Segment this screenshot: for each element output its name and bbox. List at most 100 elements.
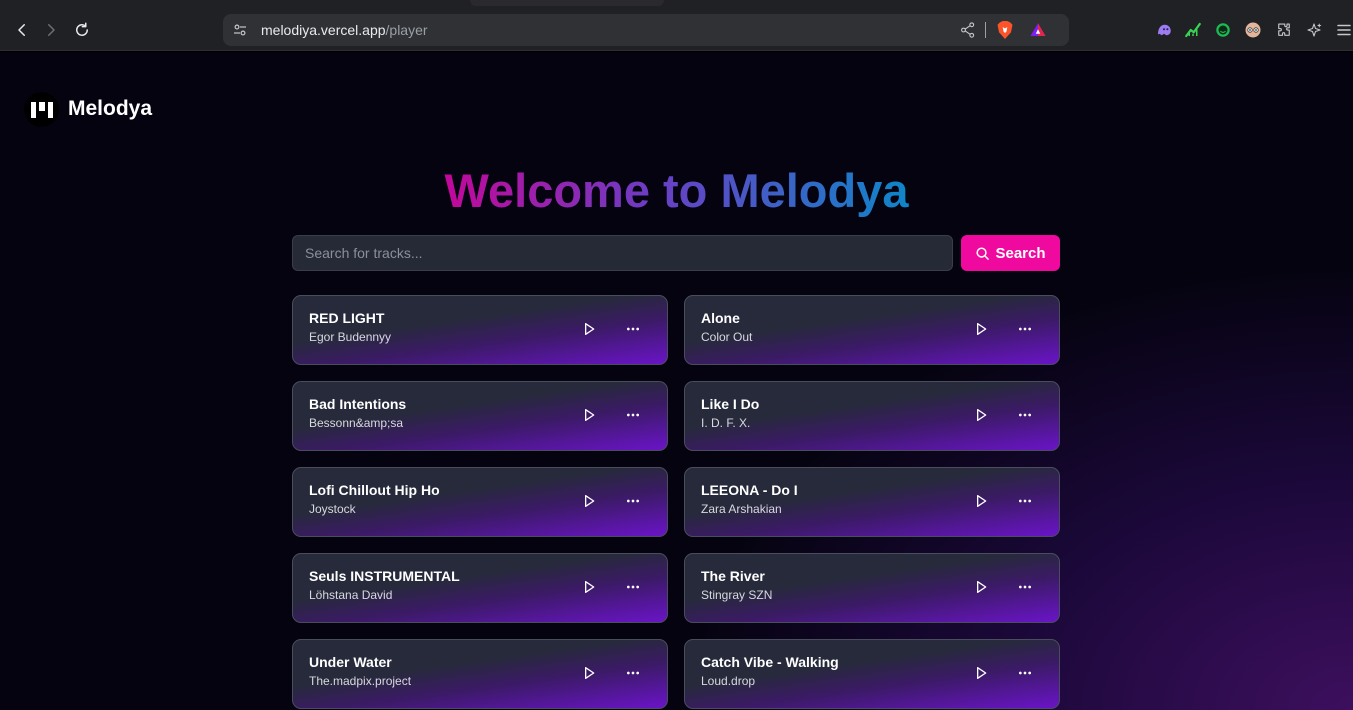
play-button[interactable] (970, 318, 992, 340)
play-button[interactable] (578, 318, 600, 340)
player-page: Melodya Welcome to Melodya Search RED LI… (0, 52, 1353, 710)
track-title: Like I Do (701, 396, 760, 412)
play-icon (585, 667, 595, 679)
more-dots-icon (1019, 671, 1031, 675)
track-title: Catch Vibe - Walking (701, 654, 839, 670)
glasses-extension-icon[interactable] (1243, 20, 1263, 40)
track-card[interactable]: Bad Intentions Bessonn&amp;sa (292, 381, 668, 451)
back-button[interactable] (8, 16, 36, 44)
play-icon (977, 409, 987, 421)
track-title: Alone (701, 310, 740, 326)
more-options-button[interactable] (1014, 662, 1036, 684)
ghost-extension-icon[interactable] (1154, 20, 1174, 40)
leo-ai-sparkle-icon[interactable] (1304, 20, 1324, 40)
url-host: melodiya.vercel.app (261, 22, 386, 38)
address-bar[interactable]: melodiya.vercel.app/player (223, 14, 1069, 46)
site-settings-icon[interactable] (231, 21, 249, 39)
brand-name[interactable]: Melodya (68, 97, 152, 121)
tab-strip (470, 0, 664, 6)
play-button[interactable] (578, 662, 600, 684)
url-divider (985, 22, 986, 38)
track-card[interactable]: LEEONA - Do I Zara Arshakian (684, 467, 1060, 537)
forward-arrow-icon (48, 24, 55, 36)
play-button[interactable] (578, 490, 600, 512)
more-dots-icon (1019, 327, 1031, 331)
more-dots-icon (627, 327, 639, 331)
track-card[interactable]: Alone Color Out (684, 295, 1060, 365)
track-artist: The.madpix.project (309, 674, 412, 688)
reload-button[interactable] (68, 16, 96, 44)
play-button[interactable] (578, 404, 600, 426)
track-artist: Zara Arshakian (701, 502, 782, 516)
menu-hamburger-icon[interactable] (1334, 20, 1353, 40)
track-title: Lofi Chillout Hip Ho (309, 482, 440, 498)
share-icon[interactable] (959, 21, 977, 39)
smiley-extension-icon[interactable] (1213, 20, 1233, 40)
track-list: RED LIGHT Egor Budennyy Alone Color Out Bad … (292, 295, 1060, 709)
track-title: Under Water (309, 654, 392, 670)
search-icon (976, 246, 990, 260)
chart-extension-icon[interactable] (1183, 20, 1203, 40)
brave-shields-icon[interactable] (996, 20, 1014, 40)
browser-toolbar: melodiya.vercel.app/player (0, 0, 1353, 51)
play-button[interactable] (578, 576, 600, 598)
more-dots-icon (1019, 585, 1031, 589)
search-button-label: Search (995, 244, 1046, 262)
track-card[interactable]: Under Water The.madpix.project (292, 639, 668, 709)
url-path: /player (385, 22, 428, 38)
track-artist: I. D. F. X. (701, 416, 751, 430)
search-button[interactable]: Search (961, 235, 1060, 271)
more-dots-icon (1019, 413, 1031, 417)
more-options-button[interactable] (622, 490, 644, 512)
brave-rewards-icon[interactable] (1029, 21, 1047, 39)
play-button[interactable] (970, 576, 992, 598)
play-button[interactable] (970, 662, 992, 684)
track-title: Bad Intentions (309, 396, 407, 412)
more-options-button[interactable] (622, 318, 644, 340)
track-card[interactable]: Like I Do I. D. F. X. (684, 381, 1060, 451)
track-card[interactable]: RED LIGHT Egor Budennyy (292, 295, 668, 365)
url-text: melodiya.vercel.app/player (261, 22, 428, 38)
play-icon (977, 323, 987, 335)
more-dots-icon (1019, 499, 1031, 503)
play-icon (977, 667, 987, 679)
play-icon (977, 495, 987, 507)
melodya-logo-icon[interactable] (24, 92, 59, 127)
reload-icon (76, 22, 88, 36)
play-icon (585, 495, 595, 507)
more-options-button[interactable] (1014, 490, 1036, 512)
more-dots-icon (627, 585, 639, 589)
track-title: The River (701, 568, 765, 584)
play-button[interactable] (970, 404, 992, 426)
more-options-button[interactable] (1014, 576, 1036, 598)
play-icon (977, 581, 987, 593)
more-options-button[interactable] (1014, 404, 1036, 426)
track-card[interactable]: Seuls INSTRUMENTAL Löhstana David (292, 553, 668, 623)
more-dots-icon (627, 671, 639, 675)
track-artist: Egor Budennyy (309, 330, 392, 344)
extensions-puzzle-icon[interactable] (1274, 20, 1294, 40)
track-artist: Loud.drop (701, 674, 756, 688)
track-title: Seuls INSTRUMENTAL (309, 568, 460, 584)
page-title: Welcome to Melodya (0, 164, 1353, 218)
more-options-button[interactable] (622, 662, 644, 684)
forward-button[interactable] (37, 16, 65, 44)
track-title: RED LIGHT (309, 310, 385, 326)
more-dots-icon (627, 413, 639, 417)
play-icon (585, 581, 595, 593)
more-options-button[interactable] (1014, 318, 1036, 340)
track-card[interactable]: The River Stingray SZN (684, 553, 1060, 623)
track-artist: Löhstana David (309, 588, 393, 602)
more-options-button[interactable] (622, 576, 644, 598)
back-arrow-icon (18, 24, 25, 36)
play-icon (585, 409, 595, 421)
track-artist: Joystock (309, 502, 356, 516)
play-button[interactable] (970, 490, 992, 512)
track-card[interactable]: Catch Vibe - Walking Loud.drop (684, 639, 1060, 709)
search-input[interactable] (292, 235, 953, 271)
page-title-text: Welcome to Melodya (444, 164, 909, 217)
track-card[interactable]: Lofi Chillout Hip Ho Joystock (292, 467, 668, 537)
track-artist: Color Out (701, 330, 753, 344)
more-options-button[interactable] (622, 404, 644, 426)
more-dots-icon (627, 499, 639, 503)
